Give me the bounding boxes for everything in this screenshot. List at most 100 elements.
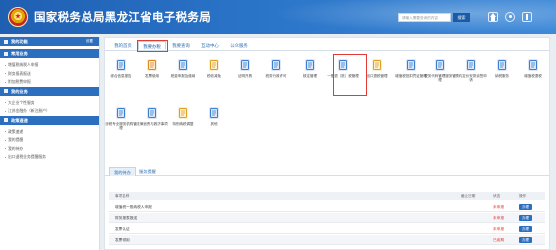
handle-button[interactable]: 办理 <box>519 237 532 243</box>
column-header-action: 操作 <box>519 194 527 198</box>
column-header-deadline: 截止日期 <box>461 194 476 198</box>
certificate-icon <box>238 58 252 72</box>
grid-item-label: 其他 <box>210 122 218 126</box>
grid-item[interactable]: 发票使用 <box>136 58 168 98</box>
table-row[interactable]: 发票认证 未申报 办理 <box>109 224 545 234</box>
grid-item-label: 综合信息报告 <box>110 74 132 78</box>
building-icon <box>114 106 128 120</box>
sidebar-section-title: 我的业务 <box>11 88 28 94</box>
sidebar-section-my-business[interactable]: 我的业务 <box>0 86 99 96</box>
handle-button[interactable]: 办理 <box>519 226 532 232</box>
search-button[interactable]: 搜索 <box>453 13 470 22</box>
license-icon <box>269 58 283 72</box>
sidebar-section-my-functions[interactable]: 我的功能 设置 <box>0 37 99 46</box>
search-input[interactable]: 请输入需要查询的内容 <box>398 13 451 22</box>
grid-item[interactable]: 法律追责与救济事项 <box>136 106 168 146</box>
todo-item-name: 发票认证 <box>115 227 130 231</box>
tax-emblem-logo <box>8 7 28 27</box>
grid-item[interactable]: 涉税专业服务机构管理 <box>105 106 137 146</box>
grid-item-label: 证明开具 <box>238 74 252 78</box>
status-badge: 已逾期 <box>493 238 505 242</box>
tab-service-reminder[interactable]: 服务提醒 <box>139 167 156 176</box>
handle-button[interactable]: 办理 <box>519 204 532 210</box>
sidebar-item[interactable]: 财务报表报送 <box>0 70 99 79</box>
grid-item-label: 涉税专业服务机构管理 <box>105 122 137 131</box>
sidebar-item[interactable]: 我的提醒 <box>0 136 99 145</box>
sidebar-item[interactable]: 附加税费申报 <box>0 78 99 87</box>
sidebar-item[interactable]: 出口退税业务提醒服务 <box>0 153 99 162</box>
grid-item[interactable]: 综合信息报告 <box>105 58 137 98</box>
sidebar-section-title: 政策速递 <box>11 117 28 123</box>
money-bag-icon <box>207 58 221 72</box>
house-icon <box>526 58 540 72</box>
todo-item-name: 财务报表报送 <box>115 216 138 220</box>
sidebar-section-common[interactable]: 常用业务 <box>0 49 99 58</box>
globe-icon <box>370 58 384 72</box>
sidebar-item[interactable]: 增值税纳税人申报 <box>0 61 99 70</box>
law-icon <box>145 106 159 120</box>
todo-table-header: 事项名称 截止日期 状态 操作 <box>109 192 545 200</box>
code-icon <box>433 58 447 72</box>
table-row[interactable]: 财务报表报送 未申报 办理 <box>109 213 545 223</box>
status-badge: 未申报 <box>493 227 505 231</box>
grid-item[interactable]: 其他 <box>198 106 230 146</box>
sidebar-item[interactable]: 政策速递 <box>0 128 99 137</box>
table-row[interactable]: 发票领用 已逾期 办理 <box>109 235 545 245</box>
sidebar-item[interactable]: 江苏金融办（新注册户） <box>0 107 99 116</box>
grid-item[interactable]: 特别纳税调整 <box>167 106 199 146</box>
active-tab-highlight <box>137 40 168 52</box>
grid-item[interactable]: 预约定价安排谈签申请 <box>455 58 487 98</box>
main-tabs: 我的首页 我要办税 我要查询 互动中心 公众服务 <box>105 38 549 51</box>
section-icon <box>4 89 8 93</box>
section-icon <box>4 118 8 122</box>
grid-item[interactable]: 税务代码管理服务管理 <box>424 58 456 98</box>
grid-item-label: 税务代码管理服务管理 <box>424 74 456 83</box>
grid-item-label: 预约定价安排谈签申请 <box>455 74 487 83</box>
export-refund-highlight <box>333 54 367 96</box>
handle-button[interactable]: 办理 <box>519 215 532 221</box>
grid-item[interactable]: 税费申报及缴纳 <box>167 58 199 98</box>
grid-item-label: 增值税退税 <box>524 74 542 78</box>
grid-item-label: 核定管理 <box>303 74 317 78</box>
sidebar-section-policy[interactable]: 政策速递 <box>0 115 99 125</box>
column-header-name: 事项名称 <box>115 194 130 198</box>
home-icon[interactable] <box>488 12 498 22</box>
tab-public-service[interactable]: 公众服务 <box>225 41 253 50</box>
sidebar: 我的功能 设置 常用业务 增值税纳税人申报 财务报表报送 附加税费申报 我的业务… <box>0 37 100 250</box>
site-header: 国家税务总局黑龙江省电子税务局 请输入需要查询的内容 搜索 <box>0 0 556 34</box>
grid-item-label: 纳税服务 <box>495 74 509 78</box>
tab-query[interactable]: 我要查询 <box>167 41 195 50</box>
grid-item[interactable]: 增值税抵扣凭证管理 <box>395 58 427 98</box>
grid-item-label: 增值税抵扣凭证管理 <box>395 74 427 78</box>
tab-my-home[interactable]: 我的首页 <box>109 41 137 50</box>
column-header-status: 状态 <box>493 194 501 198</box>
todo-item-name: 发票领用 <box>115 238 130 242</box>
sidebar-section-title: 我的功能 <box>11 39 28 44</box>
grid-item[interactable]: 纳税服务 <box>486 58 518 98</box>
agreement-icon <box>464 58 478 72</box>
tab-my-todo[interactable]: 我的待办 <box>109 167 136 176</box>
status-badge: 未申报 <box>493 216 505 220</box>
grid-item[interactable]: 证明开具 <box>229 58 261 98</box>
settings-link[interactable]: 设置 <box>86 37 93 46</box>
main-panel: 我的首页 我要办税 我要查询 互动中心 公众服务 综合信息报告 发票使用 税费申报及… <box>104 37 550 250</box>
sidebar-item[interactable]: 我的待办 <box>0 145 99 154</box>
grid-item[interactable]: 核定管理 <box>294 58 326 98</box>
voucher-icon <box>404 58 418 72</box>
site-title: 国家税务总局黑龙江省电子税务局 <box>34 12 211 24</box>
grid-item-label: 税费申报及缴纳 <box>170 74 196 78</box>
sidebar-item[interactable]: 大企业个性服务 <box>0 99 99 108</box>
grid-item[interactable]: 税务行政许可 <box>260 58 292 98</box>
logout-icon[interactable] <box>522 12 532 22</box>
user-icon[interactable] <box>505 12 515 22</box>
grid-item[interactable]: 税收减免 <box>198 58 230 98</box>
grid-item[interactable]: 增值税退税 <box>517 58 549 98</box>
service-icon <box>495 58 509 72</box>
status-badge: 未申报 <box>493 205 505 209</box>
table-row[interactable]: 增值税一般纳税人申报 未申报 办理 <box>109 202 545 212</box>
tab-interaction[interactable]: 互动中心 <box>196 41 224 50</box>
section-icon <box>4 51 8 56</box>
section-icon <box>4 39 8 44</box>
grid-item-label: 发票使用 <box>145 74 159 78</box>
grid-item-label: 税收减免 <box>207 74 221 78</box>
